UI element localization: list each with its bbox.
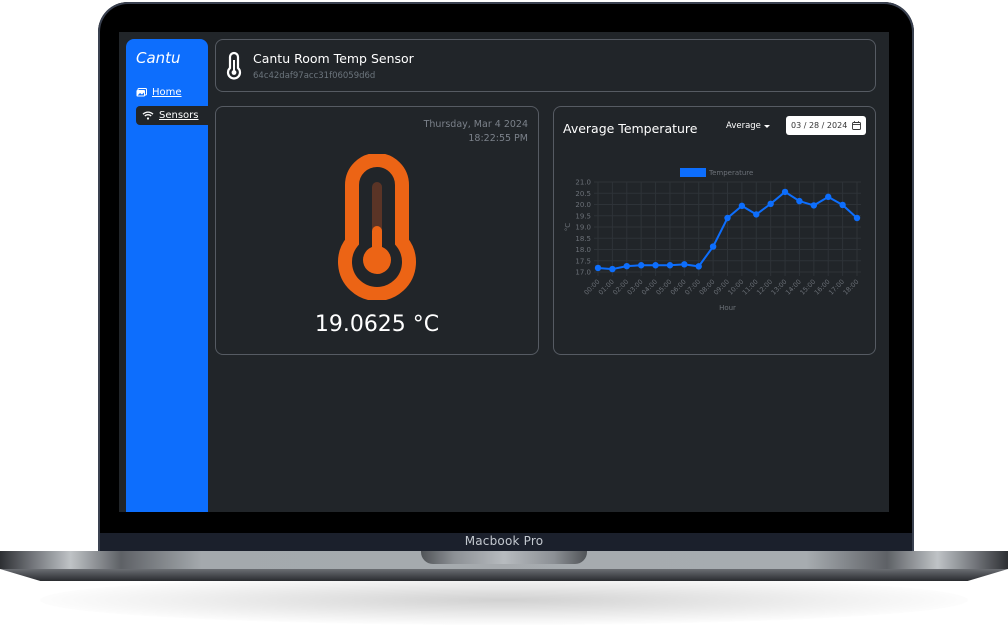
- reading-time: 18:22:55 PM: [468, 133, 528, 144]
- data-point: [681, 261, 688, 268]
- thermometer-icon: [338, 154, 416, 300]
- temperature-value: 19.0625 °C: [314, 312, 440, 337]
- y-tick-label: 18.5: [575, 235, 591, 243]
- wifi-icon: [142, 111, 154, 120]
- data-point: [738, 202, 746, 210]
- y-tick-label: 17.5: [575, 257, 591, 265]
- data-point: [709, 243, 717, 250]
- y-tick-label: 20.5: [575, 190, 591, 198]
- data-point: [853, 214, 861, 222]
- device-label: Macbook Pro: [464, 534, 544, 548]
- data-point: [767, 200, 774, 208]
- x-axis-label: Hour: [719, 304, 736, 312]
- data-point: [781, 188, 789, 196]
- data-point: [623, 262, 630, 270]
- sensor-id: 64c42daf97acc31f06059d6d: [253, 71, 376, 81]
- y-tick-label: 19.0: [575, 224, 591, 232]
- sidebar: Cantu Home Sensors: [126, 39, 208, 512]
- data-point: [753, 211, 760, 218]
- brand-logo[interactable]: Cantu: [136, 49, 181, 67]
- data-point: [609, 265, 616, 273]
- data-point: [825, 193, 832, 201]
- y-axis-label: °C: [564, 223, 572, 232]
- sidebar-item-sensors[interactable]: Sensors: [136, 106, 208, 125]
- sensor-name: Cantu Room Temp Sensor: [253, 51, 414, 66]
- y-tick-label: 19.5: [575, 212, 591, 220]
- images-icon: [136, 87, 147, 96]
- y-tick-label: 17.0: [575, 269, 591, 277]
- y-tick-label: 21.0: [575, 179, 591, 187]
- data-point: [666, 262, 674, 269]
- data-point: [594, 264, 602, 272]
- y-tick-label: 18.0: [575, 246, 591, 254]
- data-point: [652, 262, 659, 269]
- reading-timestamp: Thursday, Mar 4 2024 18:22:55 PM: [424, 118, 528, 146]
- legend-label: Temperature: [708, 169, 753, 177]
- sidebar-item-home[interactable]: Home: [136, 83, 182, 101]
- laptop-base-edge: [0, 569, 1008, 581]
- sensor-header-card: Cantu Room Temp Sensor 64c42daf97acc31f0…: [215, 39, 876, 92]
- data-point: [695, 263, 702, 270]
- laptop-shadow: [40, 575, 968, 625]
- average-temperature-card: Average Temperature Average 03 / 28 / 20…: [553, 106, 876, 355]
- thermometer-icon: [226, 51, 242, 80]
- sidebar-item-label: Home: [152, 86, 182, 98]
- data-point: [724, 214, 731, 222]
- x-tick-label: 18:00: [842, 278, 861, 297]
- app-screen: Cantu Home Sensors Cantu Room Temp Senso…: [119, 32, 889, 512]
- legend-swatch: [680, 168, 706, 177]
- laptop-notch: [421, 551, 587, 564]
- y-tick-label: 20.0: [575, 201, 591, 209]
- data-point: [810, 202, 818, 209]
- data-point: [839, 201, 846, 209]
- temperature-line-chart: 17.017.518.018.519.019.520.020.521.000:0…: [564, 168, 861, 312]
- data-point: [796, 197, 803, 205]
- reading-date: Thursday, Mar 4 2024: [423, 119, 528, 130]
- data-point: [637, 262, 645, 269]
- current-temperature-card: Thursday, Mar 4 2024 18:22:55 PM 19.0625…: [215, 106, 539, 355]
- sidebar-item-label: Sensors: [159, 110, 199, 121]
